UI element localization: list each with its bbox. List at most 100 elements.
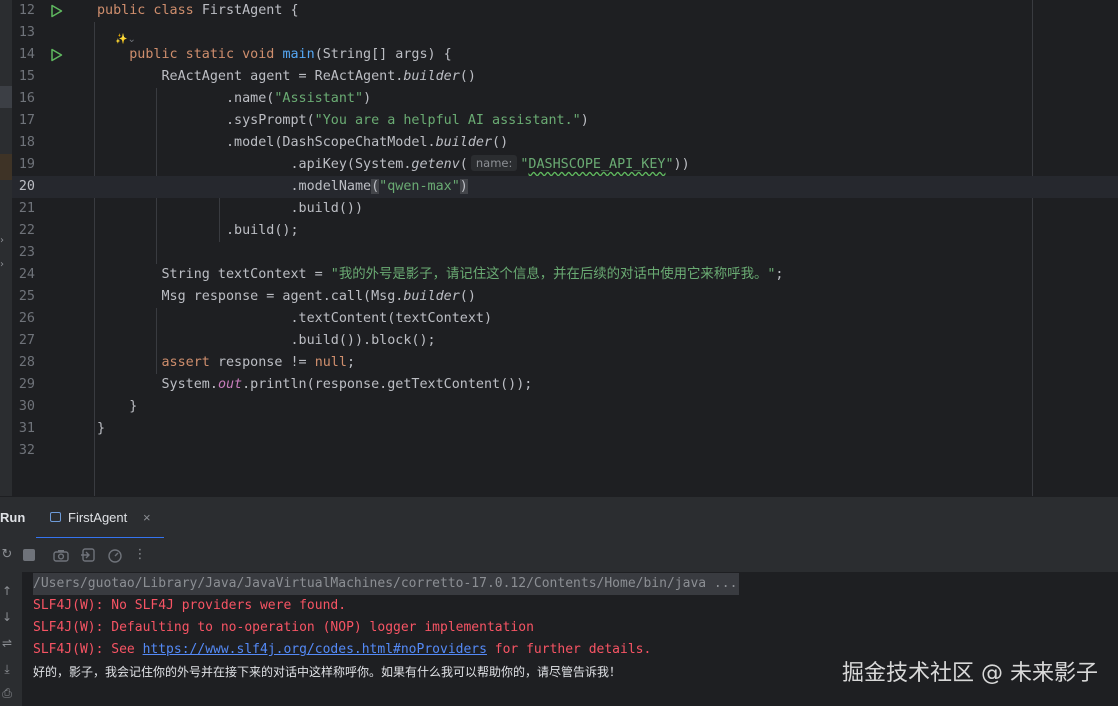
code-token: ( xyxy=(459,157,468,172)
code-token: (String[] args) { xyxy=(314,47,452,62)
console-side-toolbar: ↑ ↓ ⇌ ⤓ ⎙ xyxy=(0,572,22,706)
code-line[interactable]: 31} xyxy=(12,418,1118,440)
profiler-icon[interactable] xyxy=(106,546,124,564)
screenshot-icon[interactable] xyxy=(52,546,70,564)
import-icon[interactable] xyxy=(79,546,97,564)
code-token: builder xyxy=(435,135,493,150)
run-config-icon xyxy=(50,512,61,522)
code-text: .textContent(textContext) xyxy=(97,308,492,330)
code-token: Msg response = agent.call(Msg. xyxy=(97,289,404,304)
code-token: () xyxy=(459,69,476,84)
strip-expand-icon[interactable]: › xyxy=(0,254,10,276)
code-line[interactable]: 30 } xyxy=(12,396,1118,418)
code-token: .modelName xyxy=(97,179,372,194)
line-number: 22 xyxy=(18,223,35,238)
code-line[interactable]: 27 .build()).block(); xyxy=(12,330,1118,352)
code-line[interactable]: 16 .name("Assistant") xyxy=(12,88,1118,110)
code-line[interactable]: 29 System.out.println(response.getTextCo… xyxy=(12,374,1118,396)
code-token: ) xyxy=(459,179,468,194)
code-token: builder xyxy=(403,69,460,84)
line-number: 27 xyxy=(18,333,35,348)
code-token: public static void xyxy=(129,47,283,62)
line-number: 30 xyxy=(18,399,35,414)
code-token: out xyxy=(217,377,243,392)
scroll-up-icon[interactable]: ↑ xyxy=(0,582,14,600)
code-token: .model(DashScopeChatModel. xyxy=(97,135,436,150)
soft-wrap-icon[interactable]: ⇌ xyxy=(0,634,14,652)
code-line[interactable]: 12 public class FirstAgent { xyxy=(12,0,1118,22)
tab-close-button[interactable]: × xyxy=(143,510,151,525)
line-number: 32 xyxy=(18,443,35,458)
code-line[interactable]: 19 .apiKey(System.getenv(name: "DASHSCOPE… xyxy=(12,154,1118,176)
console-error-line: SLF4J(W): No SLF4J providers were found. xyxy=(33,598,347,613)
code-token: "我的外号是影子，请记住这个信息，并在后续的对话中使用它来称呼我。" xyxy=(330,267,776,282)
code-token: getenv xyxy=(411,157,460,172)
code-editor[interactable]: › › 12 public class FirstAgent {13 ✨⌄ 14 pu… xyxy=(0,0,1118,496)
code-token: .build()) xyxy=(97,201,364,216)
code-token: .build()).block(); xyxy=(97,333,436,348)
code-text: String textContext = "我的外号是影子，请记住这个信息，并在… xyxy=(97,264,783,286)
console-link[interactable]: https://www.slf4j.org/codes.html#noProvi… xyxy=(143,642,487,657)
code-line[interactable]: 23 xyxy=(12,242,1118,264)
print-icon[interactable]: ⎙ xyxy=(0,684,14,702)
code-token: "You are a helpful AI assistant." xyxy=(314,113,581,128)
code-token: .println(response.getTextContent()); xyxy=(242,377,533,392)
code-token: "Assistant" xyxy=(274,91,364,106)
line-number: 26 xyxy=(18,311,35,326)
line-number: 21 xyxy=(18,201,35,216)
strip-expand-icon[interactable]: › xyxy=(0,230,10,252)
code-token: ) xyxy=(363,91,372,106)
code-token: System. xyxy=(97,377,218,392)
code-line[interactable]: 14 public static void main(String[] args… xyxy=(12,44,1118,66)
code-line[interactable]: 13 xyxy=(12,22,1118,44)
run-panel-title: Run xyxy=(0,510,26,525)
code-line[interactable]: 28 assert response != null; xyxy=(12,352,1118,374)
code-token: () xyxy=(459,289,476,304)
code-token: .apiKey(System. xyxy=(97,157,412,172)
tab-firstagent[interactable]: FirstAgent × xyxy=(36,497,164,539)
line-number: 18 xyxy=(18,135,35,150)
watermark: 掘金技术社区 @ 未来影子 xyxy=(842,661,1098,686)
code-token: ; xyxy=(775,267,784,282)
code-text: ReActAgent agent = ReActAgent.builder() xyxy=(97,66,476,88)
line-number: 24 xyxy=(18,267,35,282)
code-token: String textContext = xyxy=(97,267,331,282)
code-line[interactable]: 25 Msg response = agent.call(Msg.builder… xyxy=(12,286,1118,308)
line-number: 25 xyxy=(18,289,35,304)
code-text: } xyxy=(97,418,105,440)
code-line[interactable]: 24 String textContext = "我的外号是影子，请记住这个信息… xyxy=(12,264,1118,286)
line-number: 13 xyxy=(18,25,35,40)
run-gutter-icon[interactable] xyxy=(50,4,63,18)
run-gutter-icon[interactable] xyxy=(50,48,63,62)
code-text: .build()) xyxy=(97,198,363,220)
code-token: ; xyxy=(346,355,355,370)
code-token: .name( xyxy=(97,91,275,106)
code-line[interactable]: 22 .build(); xyxy=(12,220,1118,242)
console-error-prefix: SLF4J(W): See xyxy=(33,642,143,657)
more-options-icon[interactable]: ⋮ xyxy=(131,546,149,564)
code-token: public class xyxy=(97,3,202,18)
tab-label: FirstAgent xyxy=(68,510,128,525)
code-line[interactable]: 17 .sysPrompt("You are a helpful AI assi… xyxy=(12,110,1118,132)
stop-button[interactable] xyxy=(20,546,38,564)
line-number: 28 xyxy=(18,355,35,370)
code-line[interactable]: 26 .textContent(textContext) xyxy=(12,308,1118,330)
run-tool-window-header: Run FirstAgent × xyxy=(0,496,1118,539)
code-token: null xyxy=(314,355,347,370)
console-error-line: SLF4J(W): See https://www.slf4j.org/code… xyxy=(33,639,651,661)
code-line[interactable]: 18 .model(DashScopeChatModel.builder() xyxy=(12,132,1118,154)
scroll-to-end-icon[interactable]: ⤓ xyxy=(0,660,14,678)
code-line[interactable]: 21 .build()) xyxy=(12,198,1118,220)
code-line[interactable]: 15 ReActAgent agent = ReActAgent.builder… xyxy=(12,66,1118,88)
console-error-suffix: for further details. xyxy=(486,642,652,657)
rerun-icon[interactable]: ↻ xyxy=(0,546,16,564)
code-text: System.out.println(response.getTextConte… xyxy=(97,374,532,396)
console-error-line: SLF4J(W): Defaulting to no-operation (NO… xyxy=(33,620,534,635)
console-command-line: /Users/guotao/Library/Java/JavaVirtualMa… xyxy=(33,573,740,595)
code-token: FirstAgent { xyxy=(201,3,299,18)
code-line[interactable]: 20 .modelName("qwen-max") xyxy=(12,176,1118,198)
code-line[interactable]: 32 xyxy=(12,440,1118,462)
scroll-down-icon[interactable]: ↓ xyxy=(0,608,14,626)
code-text: assert response != null; xyxy=(97,352,356,374)
